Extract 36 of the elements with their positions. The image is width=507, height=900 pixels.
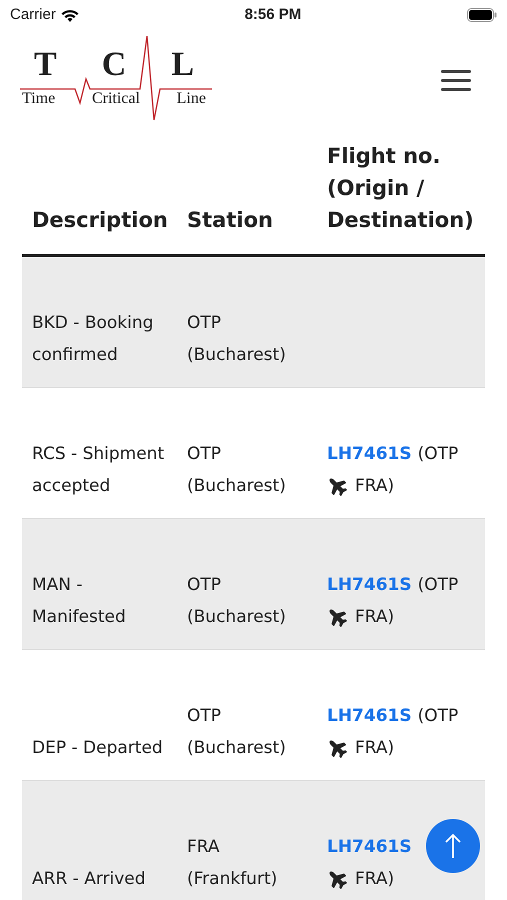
flight-link[interactable]: LH7461S xyxy=(327,569,412,601)
menu-icon[interactable] xyxy=(441,70,471,90)
logo-letter: T xyxy=(34,48,57,82)
table-cell-text: OTP (Bucharest) xyxy=(186,312,287,367)
column-header: Flight no. (Origin / Destination) xyxy=(326,143,475,234)
logo-word: Time xyxy=(22,91,56,107)
destination-text: FRA) xyxy=(355,868,394,891)
column-header: Station xyxy=(186,207,274,234)
table-cell-text: MAN - Manifested xyxy=(31,574,127,629)
flight-link[interactable]: LH7461S xyxy=(327,438,412,470)
carrier-label: Carrier xyxy=(10,4,56,25)
wifi-icon xyxy=(60,8,79,22)
table-cell-text: OTP (Bucharest) xyxy=(186,574,287,629)
logo-letter: L xyxy=(171,48,194,82)
flight-link[interactable]: LH7461S xyxy=(327,831,412,863)
table-cell-text: DEP - Departed xyxy=(31,737,164,760)
battery-icon xyxy=(466,8,497,22)
table-cell-text: OTP (Bucharest) xyxy=(186,705,287,760)
table-cell-text: BKD - Booking confirmed xyxy=(31,312,154,367)
logo-word: Critical xyxy=(92,91,140,107)
destination-text: FRA) xyxy=(355,737,394,760)
logo-letter: C xyxy=(102,48,126,82)
destination-text: FRA) xyxy=(355,475,394,498)
flight-link[interactable]: LH7461S xyxy=(327,700,412,732)
status-time: 8:56 PM xyxy=(244,4,302,25)
origin-text: (OTP xyxy=(418,574,458,597)
table-cell-text: RCS - Shipment accepted xyxy=(31,443,166,498)
destination-text: FRA) xyxy=(355,606,394,629)
table-cell-text: OTP (Bucharest) xyxy=(186,443,287,498)
origin-text: (OTP xyxy=(418,705,458,728)
logo-word: Line xyxy=(176,91,206,107)
table-cell-text: FRA (Frankfurt) xyxy=(186,836,278,891)
table-cell-text: ARR - Arrived xyxy=(31,868,147,891)
column-header: Description xyxy=(31,207,169,234)
arrow-up-icon xyxy=(445,833,461,859)
origin-text: (OTP xyxy=(418,443,458,466)
